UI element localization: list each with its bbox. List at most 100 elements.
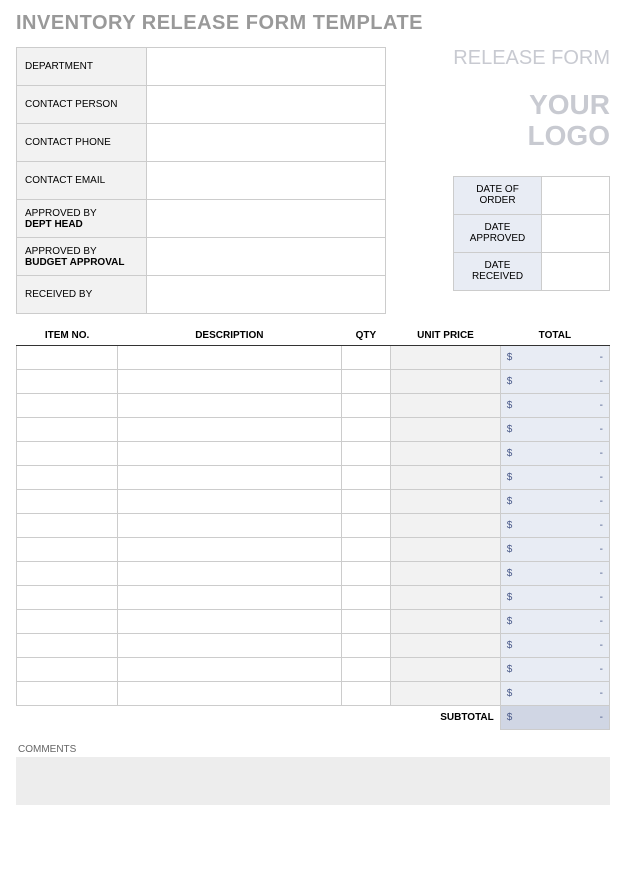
unit-price-cell[interactable] bbox=[391, 394, 501, 418]
total-cell: $- bbox=[500, 682, 609, 706]
item-no-cell[interactable] bbox=[17, 418, 118, 442]
table-row: $- bbox=[17, 346, 610, 370]
logo-placeholder: YOUR LOGO bbox=[528, 90, 610, 152]
info-table: DEPARTMENT CONTACT PERSON CONTACT PHONE … bbox=[16, 47, 386, 314]
unit-price-cell[interactable] bbox=[391, 490, 501, 514]
qty-cell[interactable] bbox=[341, 394, 391, 418]
item-no-cell[interactable] bbox=[17, 466, 118, 490]
approved-dept-input[interactable] bbox=[146, 200, 385, 238]
subtotal-label: SUBTOTAL bbox=[391, 706, 501, 730]
total-cell: $- bbox=[500, 634, 609, 658]
description-cell[interactable] bbox=[118, 682, 341, 706]
qty-cell[interactable] bbox=[341, 346, 391, 370]
approved-budget-input[interactable] bbox=[146, 238, 385, 276]
qty-cell[interactable] bbox=[341, 466, 391, 490]
items-table: ITEM NO. DESCRIPTION QTY UNIT PRICE TOTA… bbox=[16, 326, 610, 730]
header-qty: QTY bbox=[341, 326, 391, 346]
item-no-cell[interactable] bbox=[17, 394, 118, 418]
qty-cell[interactable] bbox=[341, 658, 391, 682]
date-approved-input[interactable] bbox=[542, 214, 610, 252]
header-item-no: ITEM NO. bbox=[17, 326, 118, 346]
table-row: $- bbox=[17, 610, 610, 634]
qty-cell[interactable] bbox=[341, 370, 391, 394]
comments-input[interactable] bbox=[16, 757, 610, 805]
qty-cell[interactable] bbox=[341, 586, 391, 610]
description-cell[interactable] bbox=[118, 490, 341, 514]
department-input[interactable] bbox=[146, 48, 385, 86]
unit-price-cell[interactable] bbox=[391, 586, 501, 610]
contact-person-input[interactable] bbox=[146, 86, 385, 124]
item-no-cell[interactable] bbox=[17, 634, 118, 658]
description-cell[interactable] bbox=[118, 562, 341, 586]
subtotal-value: $- bbox=[500, 706, 609, 730]
qty-cell[interactable] bbox=[341, 514, 391, 538]
unit-price-cell[interactable] bbox=[391, 634, 501, 658]
qty-cell[interactable] bbox=[341, 538, 391, 562]
table-row: $- bbox=[17, 658, 610, 682]
total-cell: $- bbox=[500, 442, 609, 466]
approved-dept-label: APPROVED BY DEPT HEAD bbox=[17, 200, 147, 238]
description-cell[interactable] bbox=[118, 418, 341, 442]
item-no-cell[interactable] bbox=[17, 346, 118, 370]
description-cell[interactable] bbox=[118, 514, 341, 538]
contact-phone-input[interactable] bbox=[146, 124, 385, 162]
unit-price-cell[interactable] bbox=[391, 610, 501, 634]
description-cell[interactable] bbox=[118, 346, 341, 370]
qty-cell[interactable] bbox=[341, 442, 391, 466]
total-cell: $- bbox=[500, 346, 609, 370]
description-cell[interactable] bbox=[118, 442, 341, 466]
qty-cell[interactable] bbox=[341, 562, 391, 586]
unit-price-cell[interactable] bbox=[391, 562, 501, 586]
item-no-cell[interactable] bbox=[17, 658, 118, 682]
description-cell[interactable] bbox=[118, 538, 341, 562]
item-no-cell[interactable] bbox=[17, 538, 118, 562]
unit-price-cell[interactable] bbox=[391, 682, 501, 706]
date-received-input[interactable] bbox=[542, 252, 610, 290]
item-no-cell[interactable] bbox=[17, 586, 118, 610]
date-order-input[interactable] bbox=[542, 176, 610, 214]
received-by-input[interactable] bbox=[146, 276, 385, 314]
approved-budget-label: APPROVED BY BUDGET APPROVAL bbox=[17, 238, 147, 276]
description-cell[interactable] bbox=[118, 658, 341, 682]
item-no-cell[interactable] bbox=[17, 490, 118, 514]
date-received-label: DATE RECEIVED bbox=[454, 252, 542, 290]
item-no-cell[interactable] bbox=[17, 562, 118, 586]
table-row: $- bbox=[17, 586, 610, 610]
unit-price-cell[interactable] bbox=[391, 346, 501, 370]
qty-cell[interactable] bbox=[341, 490, 391, 514]
unit-price-cell[interactable] bbox=[391, 442, 501, 466]
qty-cell[interactable] bbox=[341, 418, 391, 442]
release-form-label: RELEASE FORM bbox=[453, 47, 610, 70]
table-row: $- bbox=[17, 682, 610, 706]
description-cell[interactable] bbox=[118, 610, 341, 634]
total-cell: $- bbox=[500, 658, 609, 682]
item-no-cell[interactable] bbox=[17, 514, 118, 538]
item-no-cell[interactable] bbox=[17, 610, 118, 634]
unit-price-cell[interactable] bbox=[391, 466, 501, 490]
unit-price-cell[interactable] bbox=[391, 538, 501, 562]
total-cell: $- bbox=[500, 586, 609, 610]
comments-label: COMMENTS bbox=[18, 744, 610, 755]
description-cell[interactable] bbox=[118, 466, 341, 490]
description-cell[interactable] bbox=[118, 586, 341, 610]
item-no-cell[interactable] bbox=[17, 442, 118, 466]
department-label: DEPARTMENT bbox=[17, 48, 147, 86]
table-row: $- bbox=[17, 418, 610, 442]
contact-email-input[interactable] bbox=[146, 162, 385, 200]
unit-price-cell[interactable] bbox=[391, 658, 501, 682]
item-no-cell[interactable] bbox=[17, 682, 118, 706]
date-table: DATE OF ORDER DATE APPROVED DATE RECEIVE… bbox=[453, 176, 610, 291]
description-cell[interactable] bbox=[118, 370, 341, 394]
unit-price-cell[interactable] bbox=[391, 418, 501, 442]
table-row: $- bbox=[17, 442, 610, 466]
unit-price-cell[interactable] bbox=[391, 370, 501, 394]
item-no-cell[interactable] bbox=[17, 370, 118, 394]
qty-cell[interactable] bbox=[341, 682, 391, 706]
unit-price-cell[interactable] bbox=[391, 514, 501, 538]
total-cell: $- bbox=[500, 418, 609, 442]
description-cell[interactable] bbox=[118, 634, 341, 658]
table-row: $- bbox=[17, 538, 610, 562]
qty-cell[interactable] bbox=[341, 610, 391, 634]
qty-cell[interactable] bbox=[341, 634, 391, 658]
description-cell[interactable] bbox=[118, 394, 341, 418]
